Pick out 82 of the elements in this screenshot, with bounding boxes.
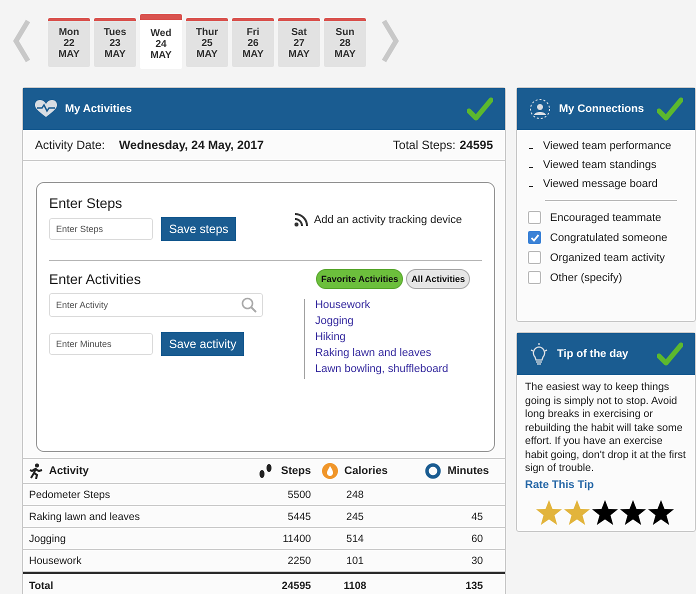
panel-title: Tip of the day: [557, 348, 630, 360]
steps-field[interactable]: Enter Steps: [49, 218, 153, 240]
checkbox[interactable]: [528, 211, 541, 224]
column-header: Steps: [281, 465, 311, 477]
check-icon: [657, 97, 683, 121]
add-device-link[interactable]: Add an activity tracking device: [314, 214, 462, 226]
filter-tab[interactable]: Favorite Activities: [316, 269, 404, 289]
checkbox-label: Encouraged teammate: [550, 212, 662, 224]
checkbox-label: Congratulated someone: [550, 232, 668, 244]
viewed-item: Viewed team performance: [543, 140, 672, 152]
table-cell: Jogging: [29, 532, 66, 544]
table-cell: 514: [346, 532, 364, 544]
table-cell: 30: [471, 554, 483, 566]
activity-date: Wednesday, 24 May, 2017: [119, 138, 265, 152]
activity-link[interactable]: Housework: [315, 299, 470, 311]
table-cell: 11400: [282, 532, 311, 544]
checkbox-label: Organized team activity: [550, 252, 665, 264]
activity-search-field[interactable]: Enter Activity: [49, 293, 263, 317]
search-icon: [241, 297, 257, 313]
rate-tip-link[interactable]: Rate This Tip: [525, 478, 687, 490]
viewed-item: Viewed message board: [543, 178, 658, 190]
check-icon: [657, 342, 683, 366]
star-icon: [563, 498, 591, 526]
check-icon: [467, 97, 493, 121]
total-steps-value: 24595: [460, 138, 493, 152]
checkbox[interactable]: [528, 251, 541, 264]
people-network-icon: [529, 98, 551, 120]
total-cell: 135: [465, 580, 483, 592]
star-icon: [591, 498, 619, 526]
heart-pulse-icon: [35, 100, 57, 118]
checkbox[interactable]: [528, 231, 541, 244]
column-header: Minutes: [447, 465, 489, 477]
minutes-field[interactable]: Enter Minutes: [49, 333, 153, 355]
table-cell: 245: [346, 510, 364, 522]
day-tab[interactable]: Sun 28 MAY: [324, 18, 366, 66]
panel-title: My Activities: [65, 103, 133, 115]
date-label: Activity Date:: [35, 138, 106, 152]
viewed-item: Viewed team standings: [543, 159, 657, 171]
lightbulb-icon: [529, 343, 549, 365]
save-steps-button[interactable]: Save steps: [161, 217, 236, 241]
section-heading: Enter Steps: [49, 195, 124, 211]
save-activity-button[interactable]: Save activity: [161, 332, 244, 356]
table-cell: Housework: [29, 554, 82, 566]
checkbox-label: Other (specify): [550, 272, 622, 284]
runner-icon: [29, 463, 43, 479]
day-tab[interactable]: Thur 25 MAY: [186, 18, 228, 66]
star-icon: [535, 498, 563, 526]
table-cell: Raking lawn and leaves: [29, 510, 140, 522]
dash-icon: [529, 166, 533, 168]
day-tab[interactable]: Wed 24 MAY: [140, 14, 182, 68]
total-cell: 24595: [282, 580, 311, 592]
total-cell: 1108: [344, 580, 366, 592]
day-tab[interactable]: Fri 26 MAY: [232, 18, 274, 66]
flame-icon: [322, 463, 338, 479]
activity-link[interactable]: Hiking: [315, 331, 470, 343]
table-cell: 45: [471, 510, 483, 522]
column-header: Calories: [344, 465, 388, 477]
section-heading: Enter Activities: [49, 271, 142, 287]
star-icon: [647, 498, 675, 526]
checkbox[interactable]: [528, 271, 541, 284]
activity-link[interactable]: Jogging: [315, 315, 470, 327]
table-cell: 5445: [288, 510, 311, 522]
panel-title: My Connections: [559, 103, 645, 115]
table-cell: 60: [471, 532, 483, 544]
total-cell: Total: [29, 580, 54, 592]
feed-icon: [294, 213, 308, 227]
table-cell: 5500: [288, 488, 311, 500]
tip-text: The easiest way to keep things going is simply not to stop. Avoid long breaks in exercising or rebuilding the habit will take some effort. If you have an exercise habit going, don't drop it at the first sign of trouble.: [525, 381, 687, 476]
day-tab[interactable]: Tues 23 MAY: [94, 18, 136, 66]
filter-tab[interactable]: All Activities: [406, 269, 470, 289]
activity-link[interactable]: Lawn bowling, shuffleboard: [315, 363, 470, 375]
table-cell: 2250: [288, 554, 311, 566]
table-cell: 101: [346, 554, 364, 566]
table-cell: 248: [346, 488, 364, 500]
activity-link[interactable]: Raking lawn and leaves: [315, 347, 470, 359]
column-header: Activity: [49, 465, 89, 477]
star-icon: [619, 498, 647, 526]
total-steps-label: Total Steps:: [392, 138, 456, 152]
ring-icon: [425, 463, 442, 479]
table-cell: Pedometer Steps: [29, 488, 110, 500]
day-tab[interactable]: Mon 22 MAY: [48, 18, 90, 66]
day-tab[interactable]: Sat 27 MAY: [278, 18, 320, 66]
